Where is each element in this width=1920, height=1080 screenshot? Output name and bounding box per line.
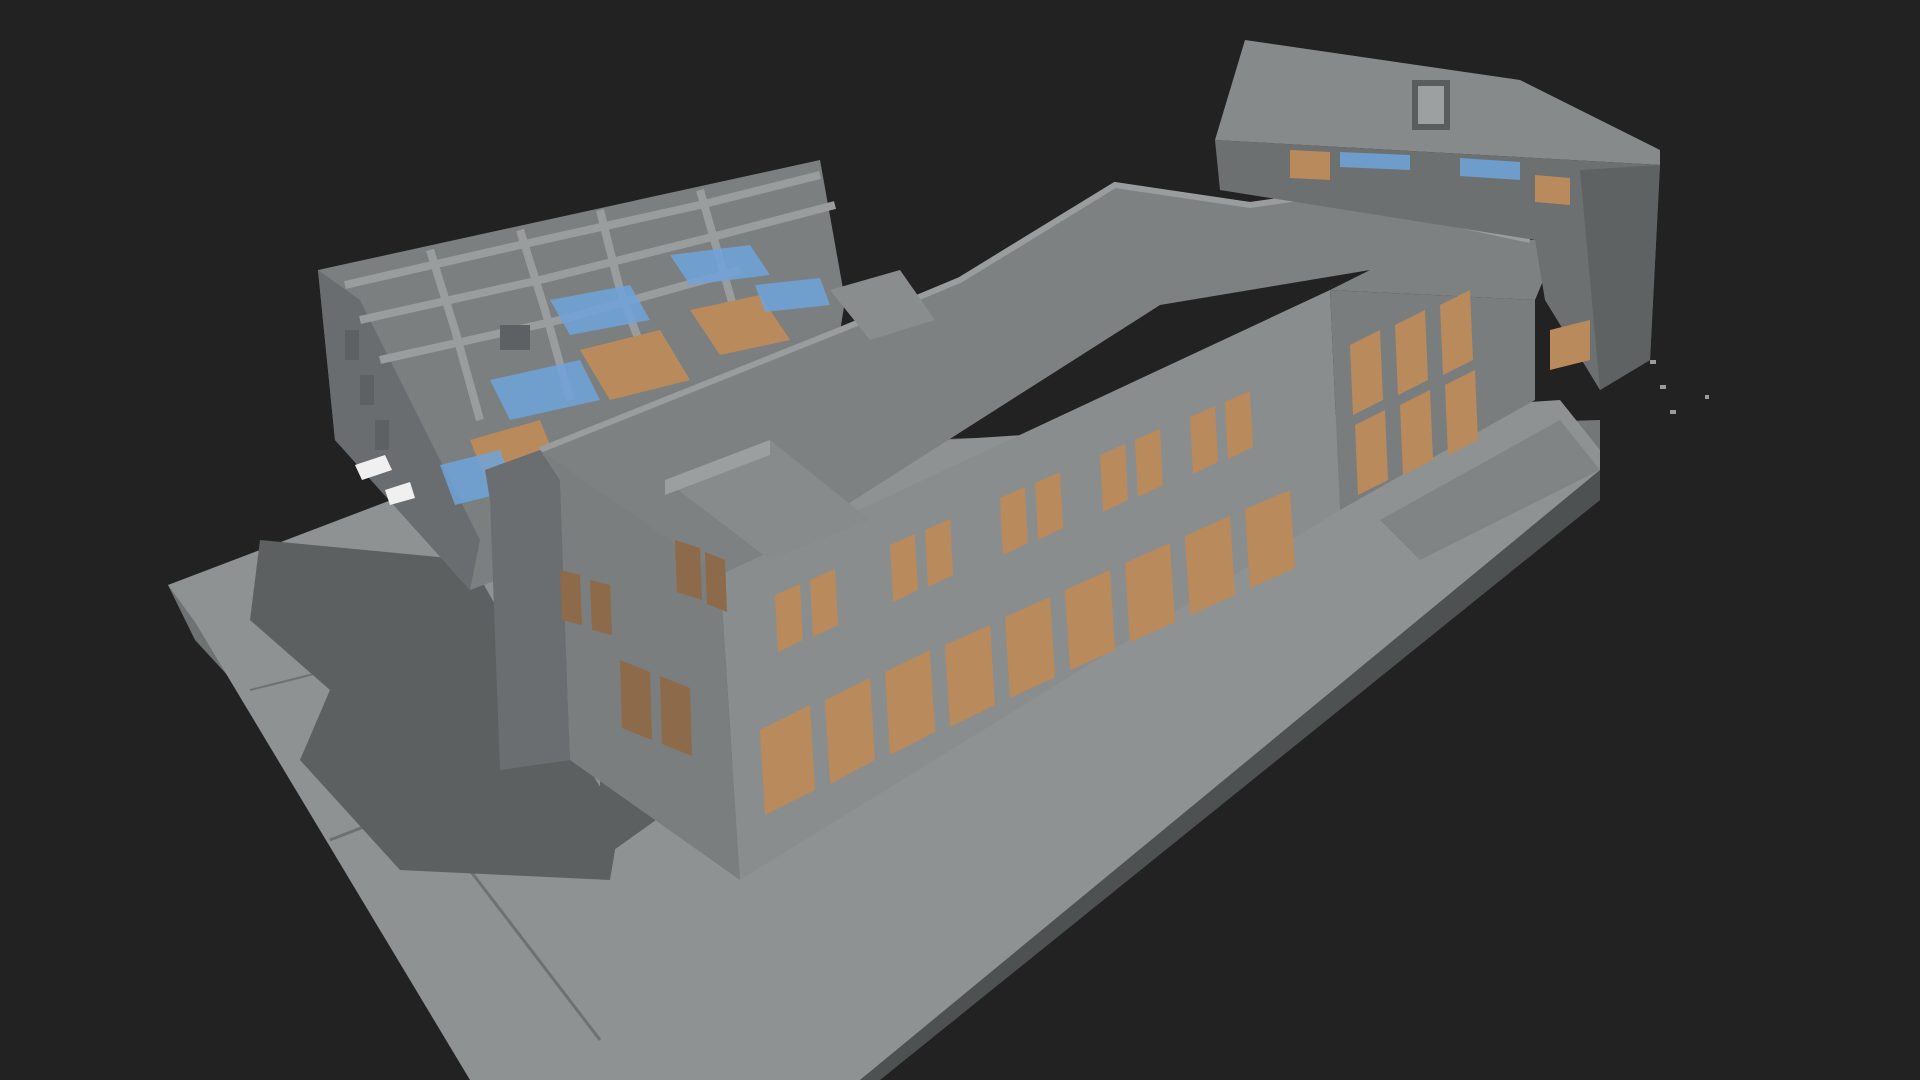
3d-viewport[interactable] (0, 0, 1920, 1080)
scene-markers (1650, 360, 1709, 414)
building-model-render (168, 40, 1709, 1080)
